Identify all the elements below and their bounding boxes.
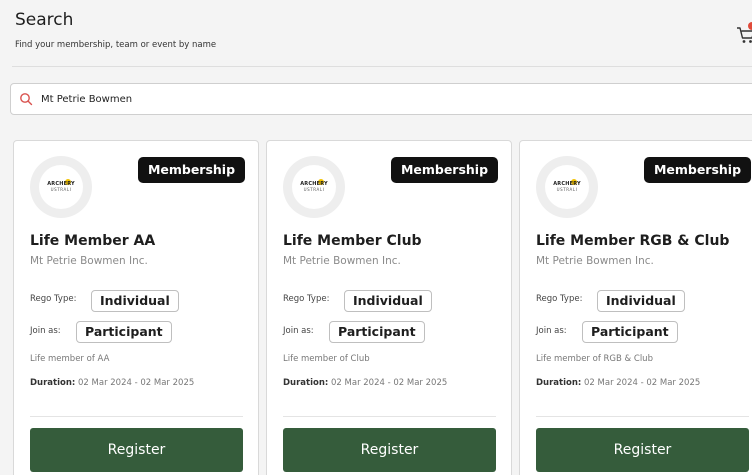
search-page: Search Find your membership, team or eve…	[0, 0, 752, 475]
join-as-label: Join as:	[30, 326, 61, 336]
card-divider	[30, 416, 243, 417]
join-as-value: Participant	[582, 321, 678, 343]
join-as-label: Join as:	[536, 326, 567, 336]
header-divider	[12, 66, 752, 67]
card-divider	[536, 416, 749, 417]
join-as-label: Join as:	[283, 326, 314, 336]
card-title: Life Member AA	[30, 233, 156, 249]
card-title: Life Member Club	[283, 233, 422, 249]
card-organization: Mt Petrie Bowmen Inc.	[283, 255, 401, 267]
card-divider	[283, 416, 496, 417]
cart-count-badge	[748, 22, 752, 30]
card-duration: Duration: 02 Mar 2024 - 02 Mar 2025	[283, 378, 448, 388]
membership-card: ARCHERY USTRALI Membership Life Member R…	[519, 140, 752, 475]
membership-card: ARCHERY USTRALI Membership Life Member C…	[266, 140, 512, 475]
page-header: Search Find your membership, team or eve…	[0, 0, 752, 66]
page-subtitle: Find your membership, team or event by n…	[15, 40, 217, 50]
search-input[interactable]	[41, 89, 641, 109]
rego-type-label: Rego Type:	[30, 294, 77, 304]
search-icon	[20, 93, 33, 106]
archery-australia-logo: ARCHERY USTRALI	[283, 156, 345, 218]
card-organization: Mt Petrie Bowmen Inc.	[30, 255, 148, 267]
card-organization: Mt Petrie Bowmen Inc.	[536, 255, 654, 267]
membership-badge: Membership	[644, 157, 751, 183]
archery-australia-logo: ARCHERY USTRALI	[536, 156, 598, 218]
card-duration: Duration: 02 Mar 2024 - 02 Mar 2025	[536, 378, 701, 388]
card-duration: Duration: 02 Mar 2024 - 02 Mar 2025	[30, 378, 195, 388]
rego-type-value: Individual	[344, 290, 432, 312]
search-bar[interactable]	[10, 83, 752, 115]
register-button[interactable]: Register	[30, 428, 243, 472]
join-as-value: Participant	[329, 321, 425, 343]
rego-type-value: Individual	[597, 290, 685, 312]
register-button[interactable]: Register	[283, 428, 496, 472]
join-as-value: Participant	[76, 321, 172, 343]
rego-type-value: Individual	[91, 290, 179, 312]
card-description: Life member of AA	[30, 354, 110, 364]
card-description: Life member of Club	[283, 354, 370, 364]
page-title: Search	[15, 10, 74, 30]
membership-badge: Membership	[391, 157, 498, 183]
archery-australia-logo: ARCHERY USTRALI	[30, 156, 92, 218]
card-title: Life Member RGB & Club	[536, 233, 730, 249]
membership-card: ARCHERY USTRALI Membership Life Member A…	[13, 140, 259, 475]
register-button[interactable]: Register	[536, 428, 749, 472]
card-description: Life member of RGB & Club	[536, 354, 653, 364]
rego-type-label: Rego Type:	[536, 294, 583, 304]
membership-badge: Membership	[138, 157, 245, 183]
rego-type-label: Rego Type:	[283, 294, 330, 304]
